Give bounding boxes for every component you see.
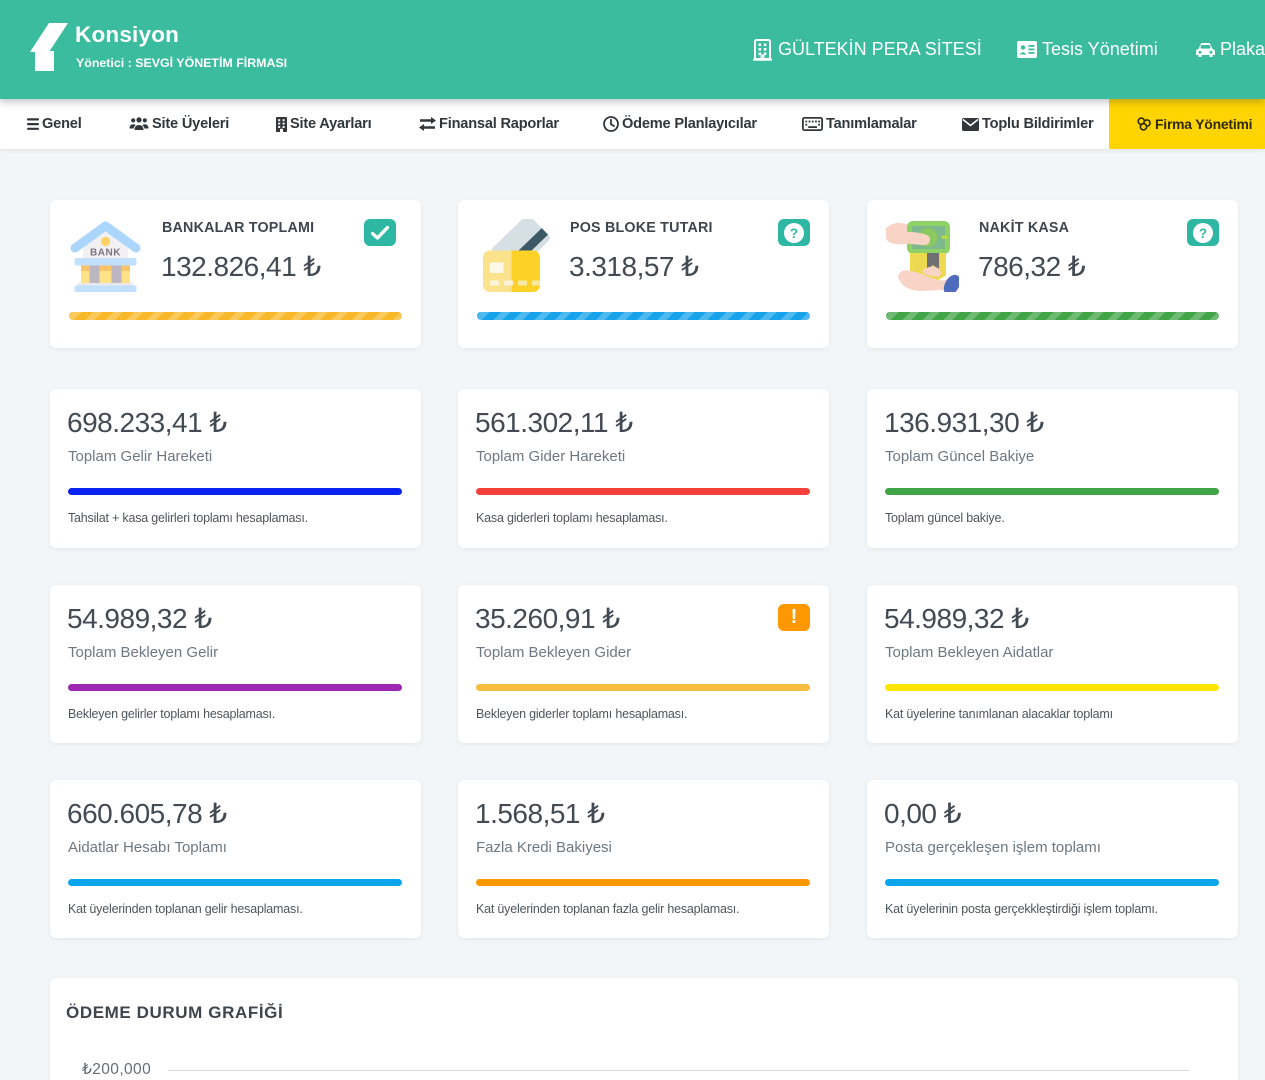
svg-text:?: ?: [790, 226, 798, 241]
svg-text:?: ?: [1199, 226, 1207, 241]
svg-text:BANK: BANK: [90, 248, 121, 259]
